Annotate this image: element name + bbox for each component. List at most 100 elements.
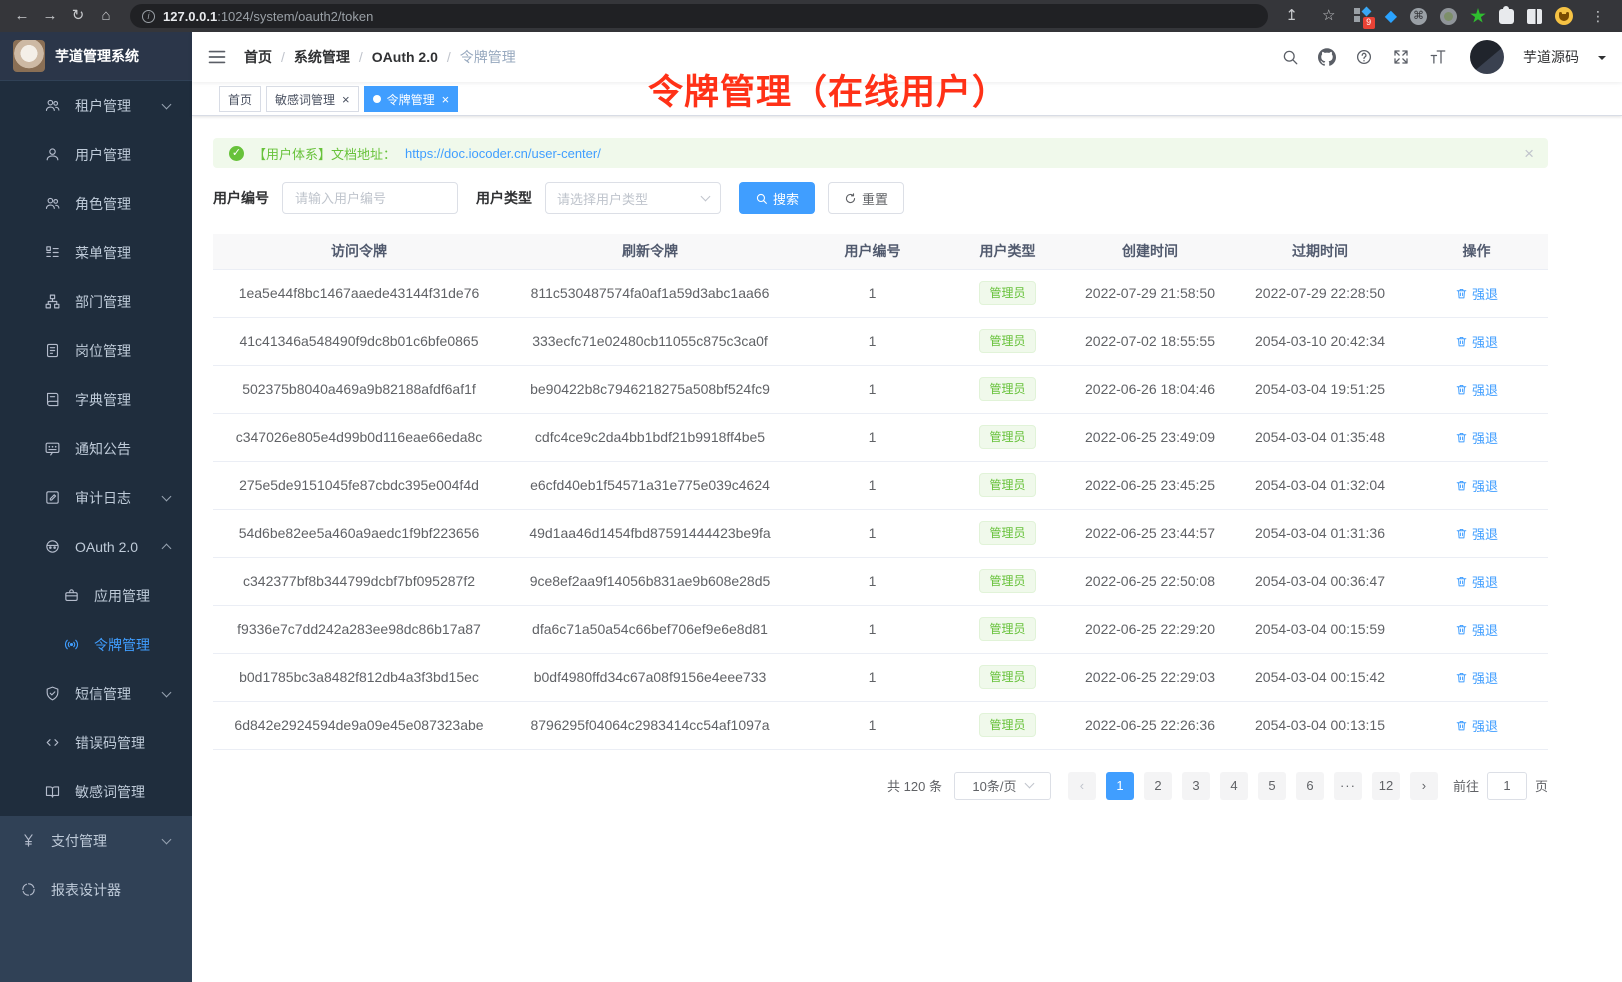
help-icon[interactable] [1355,48,1373,66]
breadcrumb-oauth[interactable]: OAuth 2.0 [372,49,438,65]
sidebar-item-oauth2-token[interactable]: 令牌管理 [0,620,192,669]
force-logout-button[interactable]: 强退 [1455,284,1498,303]
page-button-4[interactable]: 4 [1220,772,1248,800]
tab-home[interactable]: 首页 [219,86,261,112]
sidebar-item-report-designer[interactable]: 报表设计器 [0,865,192,914]
site-info-icon[interactable]: i [142,10,155,23]
cell-refresh-token: 811c530487574fa0af1a59d3abc1aa66 [505,269,795,317]
user-id-label: 用户编号 [213,188,269,208]
sidebar-item-sms[interactable]: 短信管理 [0,669,192,718]
message-icon [44,440,61,457]
sidebar-item-notice[interactable]: 通知公告 [0,424,192,473]
tab-close-icon[interactable]: × [442,93,450,106]
reset-button[interactable]: 重置 [828,182,904,214]
extension-star-icon[interactable] [1470,8,1486,24]
prev-page-button[interactable]: ‹ [1068,772,1096,800]
sidebar-toggle-icon[interactable] [207,47,227,67]
breadcrumb-home[interactable]: 首页 [244,47,272,67]
force-logout-button[interactable]: 强退 [1455,332,1498,351]
doc-link[interactable]: https://doc.iocoder.cn/user-center/ [405,146,601,161]
cell-refresh-token: b0df4980ffd34c67a08f9156e4eee733 [505,653,795,701]
force-logout-button[interactable]: 强退 [1455,524,1498,543]
caret-down-icon[interactable] [1598,56,1606,64]
tab-token[interactable]: 令牌管理× [364,86,459,112]
profile-avatar-icon[interactable] [1555,7,1573,25]
font-size-icon[interactable] [1429,48,1447,66]
page-button-6[interactable]: 6 [1296,772,1324,800]
page-size-select[interactable]: 10条/页 [954,772,1051,800]
page-button-3[interactable]: 3 [1182,772,1210,800]
extension-badge-icon[interactable]: 9 [1354,7,1372,25]
cell-expire-time: 2054-03-10 20:42:34 [1235,317,1405,365]
force-logout-button[interactable]: 强退 [1455,428,1498,447]
sidebar-item-user[interactable]: 用户管理 [0,130,192,179]
cell-expire-time: 2054-03-04 01:31:36 [1235,509,1405,557]
sidebar-item-post[interactable]: 岗位管理 [0,326,192,375]
page-button-5[interactable]: 5 [1258,772,1286,800]
sidebar-item-oauth2-app[interactable]: 应用管理 [0,571,192,620]
page-button-12[interactable]: 12 [1372,772,1400,800]
sidebar-item-dict[interactable]: 字典管理 [0,375,192,424]
side-panel-icon[interactable] [1527,9,1542,24]
sidebar-item-tenant[interactable]: 租户管理 [0,81,192,130]
goto-page-input[interactable] [1487,772,1527,800]
next-page-button[interactable]: › [1410,772,1438,800]
pager-ellipsis[interactable]: ··· [1334,772,1362,800]
browser-address-bar[interactable]: i 127.0.0.1:1024/system/oauth2/token [130,4,1268,28]
extensions-puzzle-icon[interactable] [1499,9,1514,24]
alert-close-icon[interactable]: × [1524,145,1534,162]
user-id-input[interactable] [282,182,458,214]
extension-command-icon[interactable]: ⌘ [1410,8,1427,25]
cell-user-id: 1 [795,365,950,413]
app-logo[interactable]: 芋道管理系统 [0,32,192,80]
pagination-total: 共 120 条 [887,776,942,795]
extension-gem-icon[interactable]: ◆ [1385,6,1397,26]
tab-sensitive-word[interactable]: 敏感词管理× [266,86,359,112]
browser-forward-icon[interactable]: → [38,4,62,28]
sidebar-item-label: 用户管理 [75,145,192,165]
github-icon[interactable] [1318,48,1336,66]
sidebar-item-sensitive-word[interactable]: 敏感词管理 [0,767,192,816]
sidebar-item-error-code[interactable]: 错误码管理 [0,718,192,767]
browser-menu-icon[interactable]: ⋮ [1586,4,1610,28]
page-button-2[interactable]: 2 [1144,772,1172,800]
browser-back-icon[interactable]: ← [10,4,34,28]
cell-expire-time: 2054-03-04 00:15:59 [1235,605,1405,653]
chevron-up-icon [162,544,172,554]
cell-expire-time: 2054-03-04 00:15:42 [1235,653,1405,701]
search-button[interactable]: 搜索 [739,182,815,214]
header-search-icon[interactable] [1281,48,1299,66]
cell-access-token: f9336e7c7dd242a283ee98dc86b17a87 [213,605,505,653]
table-row: 1ea5e44f8bc1467aaede43144f31de76811c5304… [213,269,1548,317]
sidebar-item-oauth2[interactable]: OAuth 2.0 [0,522,192,571]
sidebar-item-pay[interactable]: 支付管理 [0,816,192,865]
breadcrumb-system[interactable]: 系统管理 [294,47,350,67]
user-type-badge: 管理员 [979,377,1035,401]
sidebar-item-role[interactable]: 角色管理 [0,179,192,228]
user-avatar[interactable] [1470,40,1504,74]
tab-close-icon[interactable]: × [342,93,350,106]
trash-icon [1455,623,1468,636]
force-logout-button[interactable]: 强退 [1455,380,1498,399]
cell-refresh-token: cdfc4ce9c2da4bb1bdf21b9918ff4be5 [505,413,795,461]
sidebar-item-menu[interactable]: 菜单管理 [0,228,192,277]
share-icon[interactable]: ↥ [1280,4,1304,28]
force-logout-button[interactable]: 强退 [1455,668,1498,687]
extension-circle-icon[interactable] [1440,8,1457,25]
force-logout-button[interactable]: 强退 [1455,476,1498,495]
browser-reload-icon[interactable]: ↻ [66,4,90,28]
trash-icon [1455,287,1468,300]
username[interactable]: 芋道源码 [1523,47,1579,67]
sidebar-item-audit-log[interactable]: 审计日志 [0,473,192,522]
force-logout-button[interactable]: 强退 [1455,716,1498,735]
force-logout-button[interactable]: 强退 [1455,572,1498,591]
user-type-select[interactable]: 请选择用户类型 [545,182,721,214]
success-check-icon: ✓ [229,146,244,161]
page-button-1[interactable]: 1 [1106,772,1134,800]
browser-home-icon[interactable]: ⌂ [94,4,118,28]
cell-access-token: 54d6be82ee5a460a9aedc1f9bf223656 [213,509,505,557]
force-logout-button[interactable]: 强退 [1455,620,1498,639]
fullscreen-icon[interactable] [1392,48,1410,66]
bookmark-star-icon[interactable]: ☆ [1317,4,1341,28]
sidebar-item-dept[interactable]: 部门管理 [0,277,192,326]
